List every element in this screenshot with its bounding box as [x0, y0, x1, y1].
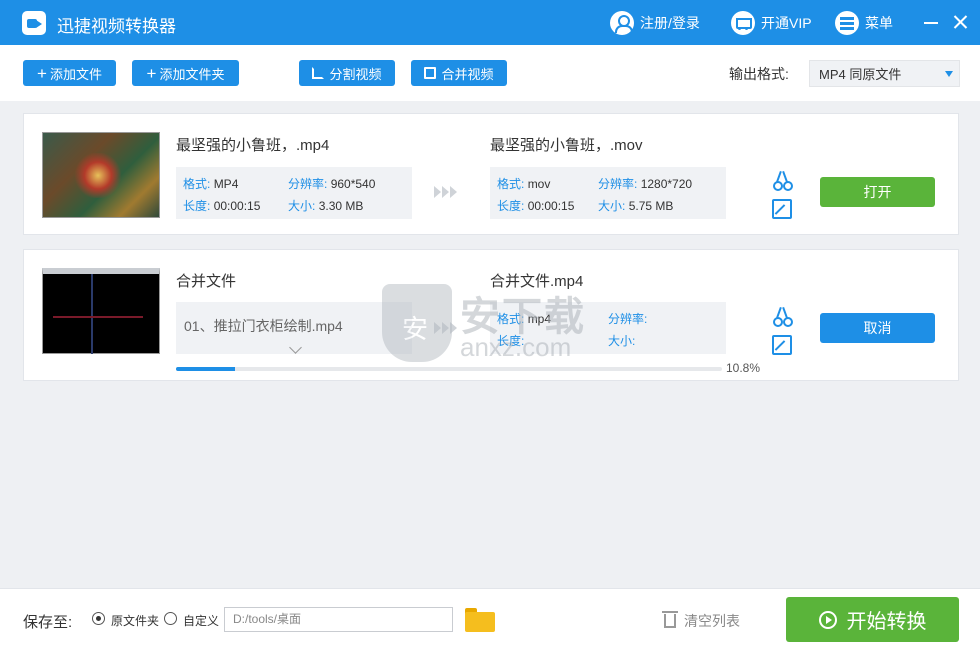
merge-file-list[interactable]: 01、推拉门衣柜绘制.mp4 — [176, 302, 412, 354]
source-file-name: 合并文件 — [176, 273, 237, 290]
format-key: 格式: — [497, 177, 525, 191]
source-resolution: 960*540 — [330, 177, 376, 191]
merge-video-button[interactable]: 合并视频 — [411, 60, 507, 86]
watermark-sub: anxz.com — [460, 332, 572, 362]
edit-icon[interactable] — [772, 199, 792, 219]
add-file-button[interactable]: + 添加文件 — [23, 60, 116, 86]
start-convert-button[interactable]: 开始转换 — [786, 597, 959, 642]
edit-icon[interactable] — [772, 335, 792, 355]
clear-list-button[interactable]: 清空列表 — [662, 611, 740, 631]
custom-folder-radio[interactable] — [164, 612, 177, 625]
output-format-label: 输出格式: — [729, 66, 789, 82]
open-button[interactable]: 打开 — [820, 177, 935, 207]
merge-file-item: 01、推拉门衣柜绘制.mp4 — [184, 318, 343, 334]
plus-icon: + — [146, 63, 157, 83]
target-info: 格式: mov 分辨率: 1280*720 长度: 00:00:15 大小: 5… — [490, 167, 726, 219]
output-format-value: MP4 同原文件 — [819, 67, 902, 82]
video-thumbnail — [42, 132, 160, 218]
size-key: 大小: — [598, 199, 626, 213]
user-icon — [610, 11, 634, 35]
bottom-bar: 保存至: 原文件夹 自定义 D:/tools/桌面 清空列表 开始转换 — [0, 588, 980, 649]
merge-icon — [424, 67, 437, 79]
watermark: 安 安下载 anxz.com — [382, 284, 597, 362]
menu-label: 菜单 — [865, 15, 893, 31]
add-file-label: 添加文件 — [49, 66, 102, 82]
source-size: 3.30 MB — [318, 199, 364, 213]
convert-arrow-icon — [434, 186, 458, 201]
save-path-field[interactable]: D:/tools/桌面 — [224, 607, 453, 632]
toolbar: + 添加文件 + 添加文件夹 分割视频 合并视频 输出格式: MP4 同原文件 — [0, 45, 980, 101]
progress-bar — [176, 367, 722, 371]
source-file-name: 最坚强的小鲁班，.mp4 — [176, 137, 330, 154]
merge-video-label: 合并视频 — [441, 66, 494, 82]
original-folder-radio[interactable] — [92, 612, 105, 625]
vip-label: 开通VIP — [761, 15, 812, 31]
progress-percent: 10.8% — [726, 361, 761, 375]
app-title: 迅捷视频转换器 — [57, 17, 176, 36]
close-icon[interactable] — [950, 12, 970, 32]
minimize-icon[interactable] — [921, 12, 941, 32]
source-duration: 00:00:15 — [213, 199, 261, 213]
duration-key: 长度: — [183, 199, 211, 213]
target-format: mov — [527, 177, 551, 191]
app-logo-icon — [22, 11, 46, 35]
chevron-down-icon[interactable] — [289, 341, 302, 354]
menu-button[interactable]: 菜单 — [835, 10, 893, 36]
dropdown-arrow-icon — [945, 71, 953, 77]
format-key: 格式: — [183, 177, 211, 191]
source-format: MP4 — [213, 177, 239, 191]
play-icon — [818, 610, 837, 629]
video-thumbnail — [42, 268, 160, 354]
folder-icon[interactable] — [465, 608, 495, 632]
original-folder-label: 原文件夹 — [111, 614, 160, 628]
target-duration: 00:00:15 — [527, 199, 575, 213]
scissors-icon[interactable] — [772, 306, 793, 327]
save-to-label: 保存至: — [23, 614, 73, 631]
source-info: 格式: MP4 分辨率: 960*540 长度: 00:00:15 大小: 3.… — [176, 167, 412, 219]
start-convert-label: 开始转换 — [846, 611, 927, 633]
login-label: 注册/登录 — [640, 15, 700, 31]
target-size: 5.75 MB — [628, 199, 674, 213]
cart-icon — [731, 11, 755, 35]
clear-list-label: 清空列表 — [684, 613, 740, 629]
shield-icon: 安 — [382, 284, 452, 362]
plus-icon: + — [37, 63, 47, 83]
output-format-select[interactable]: MP4 同原文件 — [809, 60, 960, 87]
login-button[interactable]: 注册/登录 — [610, 10, 700, 36]
scissors-icon[interactable] — [772, 170, 793, 191]
watermark-shield-text: 安 — [402, 314, 429, 344]
target-file-name: 最坚强的小鲁班，.mov — [490, 137, 643, 154]
crop-icon — [312, 67, 325, 79]
add-folder-label: 添加文件夹 — [159, 66, 225, 82]
split-video-button[interactable]: 分割视频 — [299, 60, 395, 86]
size-key: 大小: — [288, 199, 316, 213]
layers-icon — [835, 11, 859, 35]
resolution-key: 分辨率: — [288, 177, 328, 191]
trash-icon — [662, 611, 678, 628]
split-video-label: 分割视频 — [329, 66, 382, 82]
custom-folder-label: 自定义 — [183, 614, 220, 628]
cancel-button[interactable]: 取消 — [820, 313, 935, 343]
add-folder-button[interactable]: + 添加文件夹 — [132, 60, 239, 86]
size-key: 大小: — [608, 334, 636, 348]
target-resolution: 1280*720 — [640, 177, 693, 191]
progress-fill — [176, 367, 235, 371]
conversion-item: 最坚强的小鲁班，.mp4 格式: MP4 分辨率: 960*540 长度: 00… — [23, 113, 959, 235]
duration-key: 长度: — [497, 199, 525, 213]
resolution-key: 分辨率: — [608, 312, 648, 326]
resolution-key: 分辨率: — [598, 177, 638, 191]
title-bar: 迅捷视频转换器 注册/登录 开通VIP 菜单 — [0, 0, 980, 45]
vip-button[interactable]: 开通VIP — [731, 10, 812, 36]
